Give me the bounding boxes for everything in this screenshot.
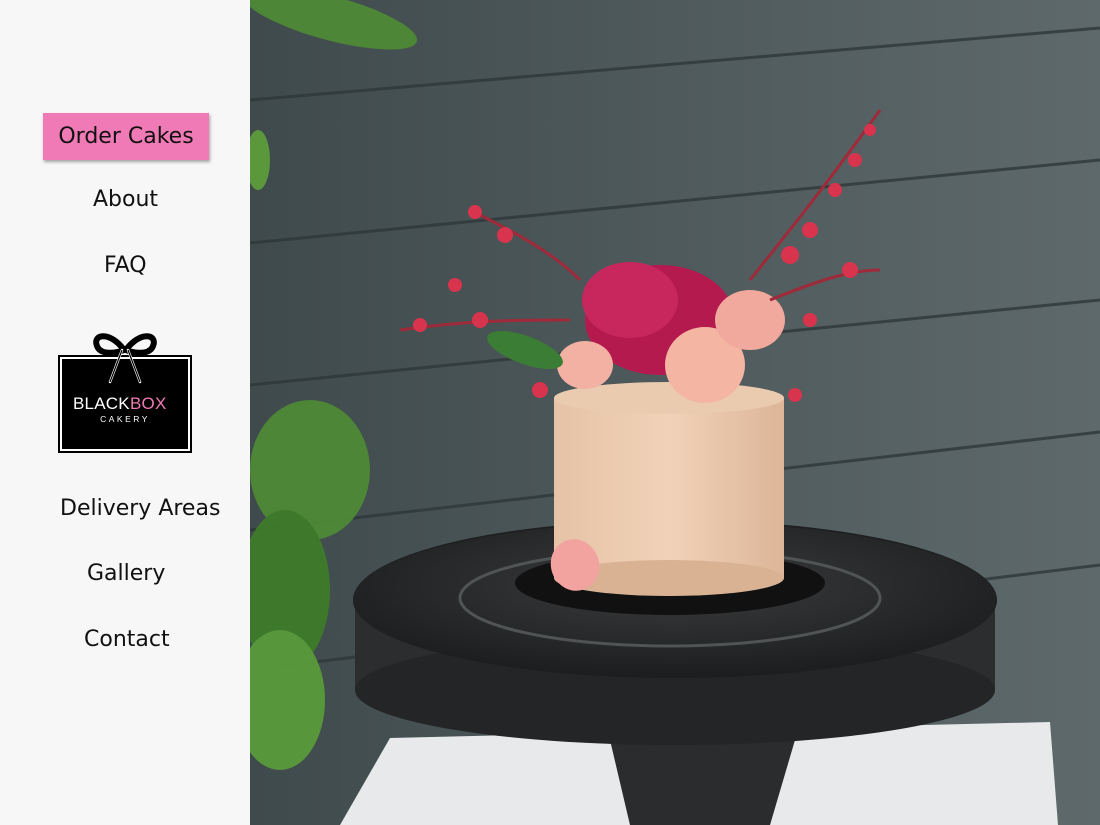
nav-link-faq[interactable]: FAQ [104, 253, 147, 278]
nav-link-contact[interactable]: Contact [84, 627, 170, 652]
nav-link-about[interactable]: About [93, 187, 158, 212]
logo-word-black: BLACK [73, 394, 130, 413]
hero-cake-photo [250, 0, 1100, 825]
logo-word-box: BOX [130, 394, 167, 413]
sidebar-nav: Order Cakes About FAQ BLACK BOX CAKERY D… [0, 0, 250, 825]
logo-word-cakery: CAKERY [100, 414, 150, 424]
blackbox-cakery-logo[interactable]: BLACK BOX CAKERY [58, 328, 192, 454]
nav-link-gallery[interactable]: Gallery [87, 561, 165, 586]
order-cakes-button[interactable]: Order Cakes [43, 113, 209, 160]
nav-link-delivery-areas[interactable]: Delivery Areas [60, 496, 220, 521]
